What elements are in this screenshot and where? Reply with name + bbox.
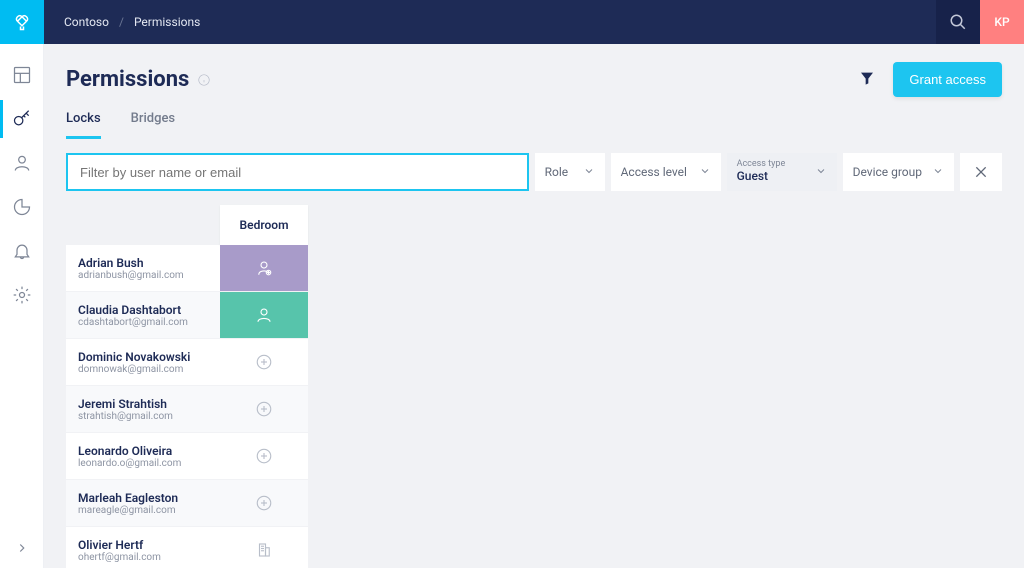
user-email: strahtish@gmail.com bbox=[78, 411, 208, 422]
filter-access-level[interactable]: Access level bbox=[611, 153, 721, 191]
user-row[interactable]: Jeremi Strahtishstrahtish@gmail.com bbox=[66, 386, 220, 433]
info-icon[interactable] bbox=[197, 73, 211, 87]
filter-access-type-value: Guest bbox=[737, 170, 786, 183]
plus-circle-icon bbox=[255, 353, 273, 371]
page-title-text: Permissions bbox=[66, 67, 189, 92]
user-row[interactable]: Dominic Novakowskidomnowak@gmail.com bbox=[66, 339, 220, 386]
breadcrumb-separator: / bbox=[119, 15, 124, 29]
plus-circle-icon bbox=[255, 447, 273, 465]
user-row[interactable]: Marleah Eaglestonmareagle@gmail.com bbox=[66, 480, 220, 527]
close-filters[interactable] bbox=[960, 153, 1002, 191]
user-name: Olivier Hertf bbox=[78, 538, 208, 552]
search-button[interactable] bbox=[936, 0, 980, 44]
user-icon bbox=[12, 153, 32, 173]
plus-circle-icon bbox=[255, 400, 273, 418]
filter-toggle[interactable] bbox=[859, 70, 875, 90]
filter-access-type[interactable]: Access type Guest bbox=[727, 153, 837, 191]
chevron-right-icon bbox=[15, 541, 29, 555]
user-email: adrianbush@gmail.com bbox=[78, 270, 208, 281]
user-row[interactable]: Olivier Hertfohertf@gmail.com bbox=[66, 527, 220, 568]
filter-device-group-label: Device group bbox=[853, 165, 922, 179]
user-name: Marleah Eagleston bbox=[78, 491, 208, 505]
device-column: Bedroom bbox=[220, 205, 308, 568]
side-nav bbox=[0, 44, 44, 568]
permission-cell[interactable] bbox=[220, 480, 308, 527]
bell-icon bbox=[12, 241, 32, 261]
user-row[interactable]: Adrian Bushadrianbush@gmail.com bbox=[66, 245, 220, 292]
device-column-header[interactable]: Bedroom bbox=[220, 205, 308, 245]
permission-cell[interactable] bbox=[220, 527, 308, 568]
dashboard-icon bbox=[12, 65, 32, 85]
breadcrumb-root[interactable]: Contoso bbox=[64, 15, 109, 29]
funnel-icon bbox=[859, 70, 875, 86]
logo[interactable] bbox=[0, 0, 44, 44]
user-email: leonardo.o@gmail.com bbox=[78, 458, 208, 469]
close-icon bbox=[973, 164, 989, 180]
expand-sidebar[interactable] bbox=[0, 528, 44, 568]
user-email: domnowak@gmail.com bbox=[78, 364, 208, 375]
filter-device-group[interactable]: Device group bbox=[843, 153, 954, 191]
user-column: Adrian Bushadrianbush@gmail.com Claudia … bbox=[66, 205, 220, 568]
chevron-down-icon bbox=[583, 165, 595, 180]
page-title: Permissions bbox=[66, 67, 211, 92]
user-email: ohertf@gmail.com bbox=[78, 552, 208, 563]
breadcrumb: Contoso / Permissions bbox=[44, 15, 200, 29]
user-name: Jeremi Strahtish bbox=[78, 397, 208, 411]
nav-activity[interactable] bbox=[0, 188, 44, 226]
chevron-down-icon bbox=[815, 165, 827, 180]
permission-cell[interactable] bbox=[220, 386, 308, 433]
permission-cell[interactable] bbox=[220, 433, 308, 480]
user-name: Dominic Novakowski bbox=[78, 350, 208, 364]
permission-cell[interactable] bbox=[220, 245, 308, 292]
main-content: Permissions Grant access Locks Bridges R… bbox=[44, 44, 1024, 568]
grant-access-button[interactable]: Grant access bbox=[893, 62, 1002, 97]
filter-user-input[interactable] bbox=[66, 153, 529, 191]
building-icon bbox=[255, 541, 273, 559]
user-icon bbox=[255, 306, 273, 324]
gear-icon bbox=[12, 285, 32, 305]
user-name: Adrian Bush bbox=[78, 256, 208, 270]
filter-role-label: Role bbox=[545, 165, 569, 179]
user-row[interactable]: Leonardo Oliveiraleonardo.o@gmail.com bbox=[66, 433, 220, 480]
user-name: Leonardo Oliveira bbox=[78, 444, 208, 458]
tab-locks[interactable]: Locks bbox=[66, 111, 101, 139]
nav-access[interactable] bbox=[0, 100, 44, 138]
user-name: Claudia Dashtabort bbox=[78, 303, 208, 317]
permissions-grid: Adrian Bushadrianbush@gmail.com Claudia … bbox=[66, 205, 1002, 568]
key-icon bbox=[12, 109, 32, 129]
tab-bridges[interactable]: Bridges bbox=[131, 111, 175, 139]
chevron-down-icon bbox=[699, 165, 711, 180]
filter-row: Role Access level Access type Guest Devi… bbox=[66, 153, 1002, 191]
permission-cell[interactable] bbox=[220, 292, 308, 339]
chevron-down-icon bbox=[932, 165, 944, 180]
logo-icon bbox=[13, 13, 31, 31]
user-admin-icon bbox=[255, 259, 273, 277]
search-icon bbox=[949, 13, 967, 31]
nav-settings[interactable] bbox=[0, 276, 44, 314]
filter-role[interactable]: Role bbox=[535, 153, 605, 191]
topbar: Contoso / Permissions KP bbox=[0, 0, 1024, 44]
nav-users[interactable] bbox=[0, 144, 44, 182]
filter-access-level-label: Access level bbox=[621, 165, 687, 179]
breadcrumb-current: Permissions bbox=[134, 15, 200, 29]
permission-cell[interactable] bbox=[220, 339, 308, 386]
tab-bar: Locks Bridges bbox=[66, 111, 1002, 139]
nav-notifications[interactable] bbox=[0, 232, 44, 270]
user-email: mareagle@gmail.com bbox=[78, 505, 208, 516]
plus-circle-icon bbox=[255, 494, 273, 512]
activity-icon bbox=[12, 197, 32, 217]
nav-dashboard[interactable] bbox=[0, 56, 44, 94]
user-email: cdashtabort@gmail.com bbox=[78, 317, 208, 328]
user-row[interactable]: Claudia Dashtabortcdashtabort@gmail.com bbox=[66, 292, 220, 339]
user-avatar[interactable]: KP bbox=[980, 0, 1024, 44]
